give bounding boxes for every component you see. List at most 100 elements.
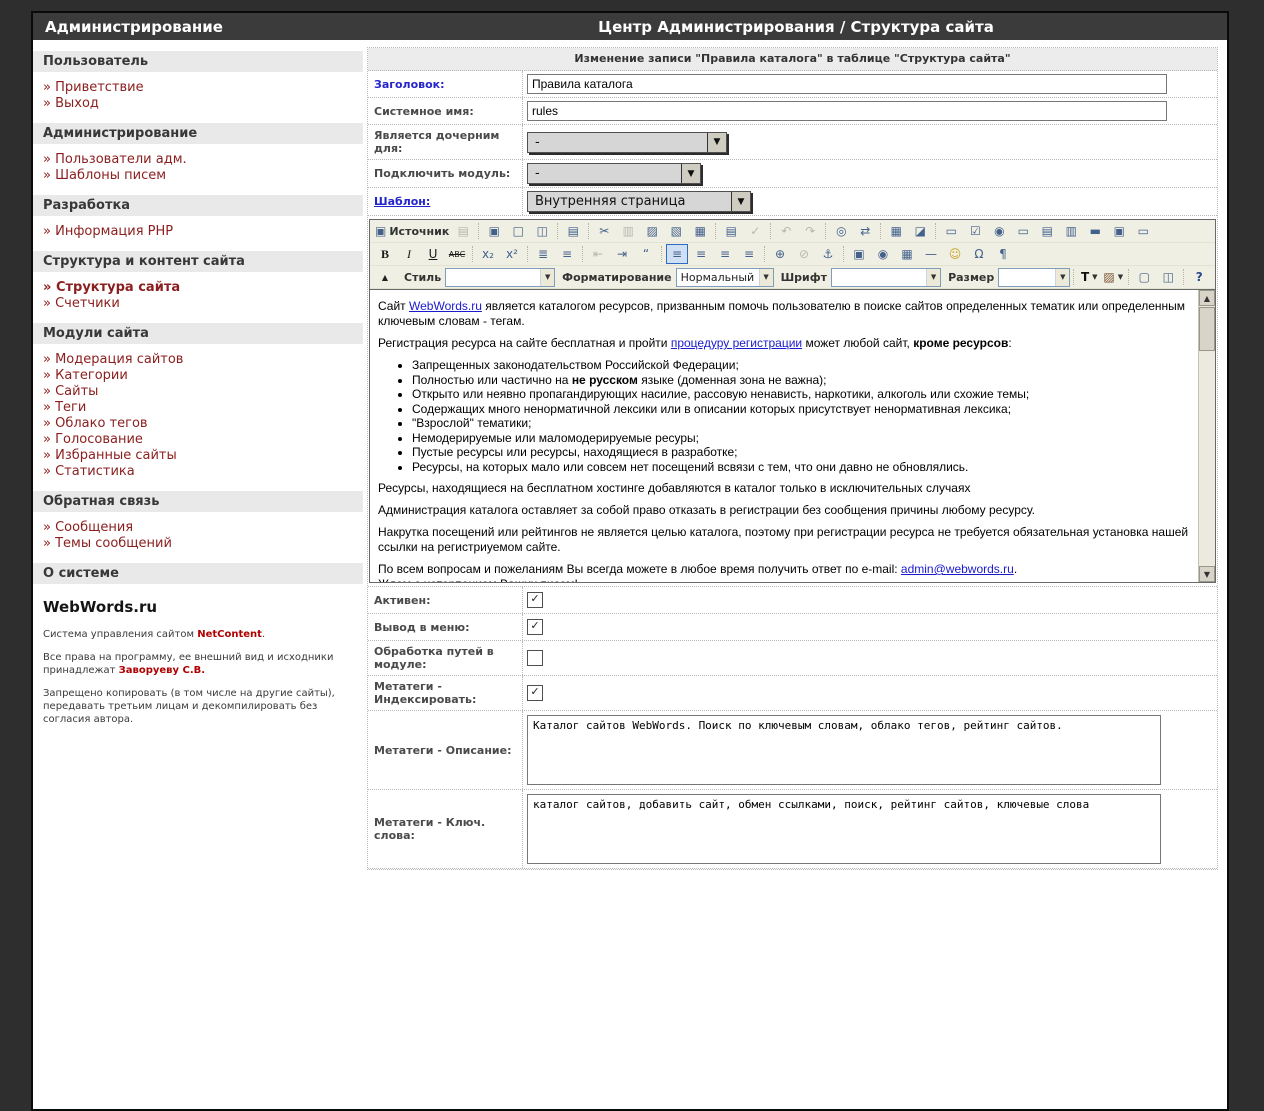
paste-icon[interactable]: ▨ xyxy=(641,221,663,241)
active-checkbox[interactable]: ✓ xyxy=(527,592,543,608)
new-page-icon[interactable]: □ xyxy=(507,221,529,241)
ordered-list-icon[interactable]: ≣ xyxy=(532,244,554,264)
meta-description-textarea[interactable]: Каталог сайтов WebWords. Поиск по ключев… xyxy=(527,715,1161,785)
insert-button-icon[interactable]: ▬ xyxy=(1084,221,1106,241)
select-all-icon[interactable]: ▦ xyxy=(885,221,907,241)
smiley-icon[interactable]: ☺ xyxy=(944,244,966,264)
outdent-icon[interactable]: ⇤ xyxy=(587,244,609,264)
remove-format-icon[interactable]: ◪ xyxy=(909,221,931,241)
paste-text-icon[interactable]: ▧ xyxy=(665,221,687,241)
module-paths-checkbox[interactable] xyxy=(527,650,543,666)
sidebar-item-statistics[interactable]: » Статистика xyxy=(43,464,363,480)
sidebar-item-site-moderation[interactable]: » Модерация сайтов xyxy=(43,352,363,368)
italic-icon[interactable]: I xyxy=(398,244,420,264)
sidebar-item-admin-users[interactable]: » Пользователи адм. xyxy=(43,152,363,168)
parent-select[interactable]: - ▼ xyxy=(527,132,727,153)
template-label[interactable]: Шаблон: xyxy=(368,191,522,212)
dropdown-arrow-icon[interactable]: ▼ xyxy=(1055,269,1069,286)
align-right-icon[interactable]: ≡ xyxy=(714,244,736,264)
sidebar-item-counters[interactable]: » Счетчики xyxy=(43,296,363,312)
sidebar-item-php-info[interactable]: » Информация PHP xyxy=(43,224,363,240)
editor-link[interactable]: admin@webwords.ru xyxy=(901,562,1014,576)
maximize-icon[interactable]: ▢ xyxy=(1133,267,1155,287)
save-icon[interactable]: ▣ xyxy=(483,221,505,241)
scroll-down-icon[interactable]: ▼ xyxy=(1199,566,1215,582)
bold-icon[interactable]: B xyxy=(374,244,396,264)
dropdown-arrow-icon[interactable]: ▼ xyxy=(540,269,554,286)
dropdown-arrow-icon[interactable]: ▼ xyxy=(731,192,750,211)
collapse-toolbar-icon[interactable]: ▲ xyxy=(374,267,396,287)
table-icon[interactable]: ▦ xyxy=(896,244,918,264)
insert-form-icon[interactable]: ▭ xyxy=(940,221,962,241)
insert-select-icon[interactable]: ▥ xyxy=(1060,221,1082,241)
style-select[interactable]: ▼ xyxy=(445,268,555,287)
font-select[interactable]: ▼ xyxy=(831,268,941,287)
editor-scrollbar[interactable]: ▲ ▼ xyxy=(1198,290,1215,582)
align-center-icon[interactable]: ≡ xyxy=(690,244,712,264)
system-name-input[interactable] xyxy=(527,101,1167,121)
unordered-list-icon[interactable]: ≡ xyxy=(556,244,578,264)
insert-hidden-field-icon[interactable]: ▭ xyxy=(1132,221,1154,241)
unlink-icon[interactable]: ⊘ xyxy=(793,244,815,264)
replace-icon[interactable]: ⇄ xyxy=(854,221,876,241)
superscript-icon[interactable]: x² xyxy=(501,244,523,264)
editor-content[interactable]: Сайт WebWords.ru является каталогом ресу… xyxy=(370,290,1198,582)
source-button[interactable]: ▣Источник xyxy=(374,221,450,241)
undo-icon[interactable]: ↶ xyxy=(775,221,797,241)
format-select[interactable]: Нормальный▼ xyxy=(676,268,774,287)
doc-props-icon[interactable]: ▤ xyxy=(452,221,474,241)
redo-icon[interactable]: ↷ xyxy=(799,221,821,241)
editor-link[interactable]: процедуру регистрации xyxy=(671,336,802,350)
anchor-icon[interactable]: ⚓ xyxy=(817,244,839,264)
indent-icon[interactable]: ⇥ xyxy=(611,244,633,264)
insert-image-button-icon[interactable]: ▣ xyxy=(1108,221,1130,241)
sidebar-item-mail-templates[interactable]: » Шаблоны писем xyxy=(43,168,363,184)
link-icon[interactable]: ⊕ xyxy=(769,244,791,264)
sidebar-item-logout[interactable]: » Выход xyxy=(43,96,363,112)
find-icon[interactable]: ◎ xyxy=(830,221,852,241)
insert-checkbox-icon[interactable]: ☑ xyxy=(964,221,986,241)
special-char-icon[interactable]: Ω xyxy=(968,244,990,264)
show-in-menu-checkbox[interactable]: ✓ xyxy=(527,619,543,635)
horizontal-rule-icon[interactable]: — xyxy=(920,244,942,264)
scroll-up-icon[interactable]: ▲ xyxy=(1199,290,1215,306)
text-color-icon[interactable]: T▼ xyxy=(1078,267,1100,287)
sidebar-item-messages[interactable]: » Сообщения xyxy=(43,520,363,536)
title-label[interactable]: Заголовок: xyxy=(368,74,522,95)
bg-color-icon[interactable]: ▨▼ xyxy=(1102,267,1124,287)
templates-icon[interactable]: ▤ xyxy=(562,221,584,241)
print-icon[interactable]: ▤ xyxy=(720,221,742,241)
spellcheck-icon[interactable]: ✓ xyxy=(744,221,766,241)
editor-link[interactable]: WebWords.ru xyxy=(409,299,482,313)
insert-textarea-icon[interactable]: ▤ xyxy=(1036,221,1058,241)
image-icon[interactable]: ▣ xyxy=(848,244,870,264)
align-justify-icon[interactable]: ≡ xyxy=(738,244,760,264)
about-icon[interactable]: ? xyxy=(1188,267,1210,287)
insert-text-field-icon[interactable]: ▭ xyxy=(1012,221,1034,241)
underline-icon[interactable]: U xyxy=(422,244,444,264)
sidebar-item-site-structure[interactable]: » Структура сайта xyxy=(43,280,363,296)
size-select[interactable]: ▼ xyxy=(998,268,1070,287)
sidebar-item-message-topics[interactable]: » Темы сообщений xyxy=(43,536,363,552)
scroll-thumb[interactable] xyxy=(1199,307,1215,351)
cut-icon[interactable]: ✂ xyxy=(593,221,615,241)
meta-keywords-textarea[interactable]: каталог сайтов, добавить сайт, обмен ссы… xyxy=(527,794,1161,864)
align-left-icon[interactable]: ≡ xyxy=(666,244,688,264)
sidebar-item-sites[interactable]: » Сайты xyxy=(43,384,363,400)
meta-index-checkbox[interactable]: ✓ xyxy=(527,685,543,701)
dropdown-arrow-icon[interactable]: ▼ xyxy=(759,269,773,286)
template-select[interactable]: Внутренняя страница ▼ xyxy=(527,191,751,212)
preview-icon[interactable]: ◫ xyxy=(531,221,553,241)
sidebar-item-featured-sites[interactable]: » Избранные сайты xyxy=(43,448,363,464)
show-blocks-icon[interactable]: ◫ xyxy=(1157,267,1179,287)
sidebar-item-voting[interactable]: » Голосование xyxy=(43,432,363,448)
paste-word-icon[interactable]: ▦ xyxy=(689,221,711,241)
copy-icon[interactable]: ▥ xyxy=(617,221,639,241)
dropdown-arrow-icon[interactable]: ▼ xyxy=(681,164,700,183)
blockquote-icon[interactable]: “ xyxy=(635,244,657,264)
dropdown-arrow-icon[interactable]: ▼ xyxy=(707,133,726,152)
flash-icon[interactable]: ◉ xyxy=(872,244,894,264)
subscript-icon[interactable]: x₂ xyxy=(477,244,499,264)
insert-radio-icon[interactable]: ◉ xyxy=(988,221,1010,241)
sidebar-item-categories[interactable]: » Категории xyxy=(43,368,363,384)
